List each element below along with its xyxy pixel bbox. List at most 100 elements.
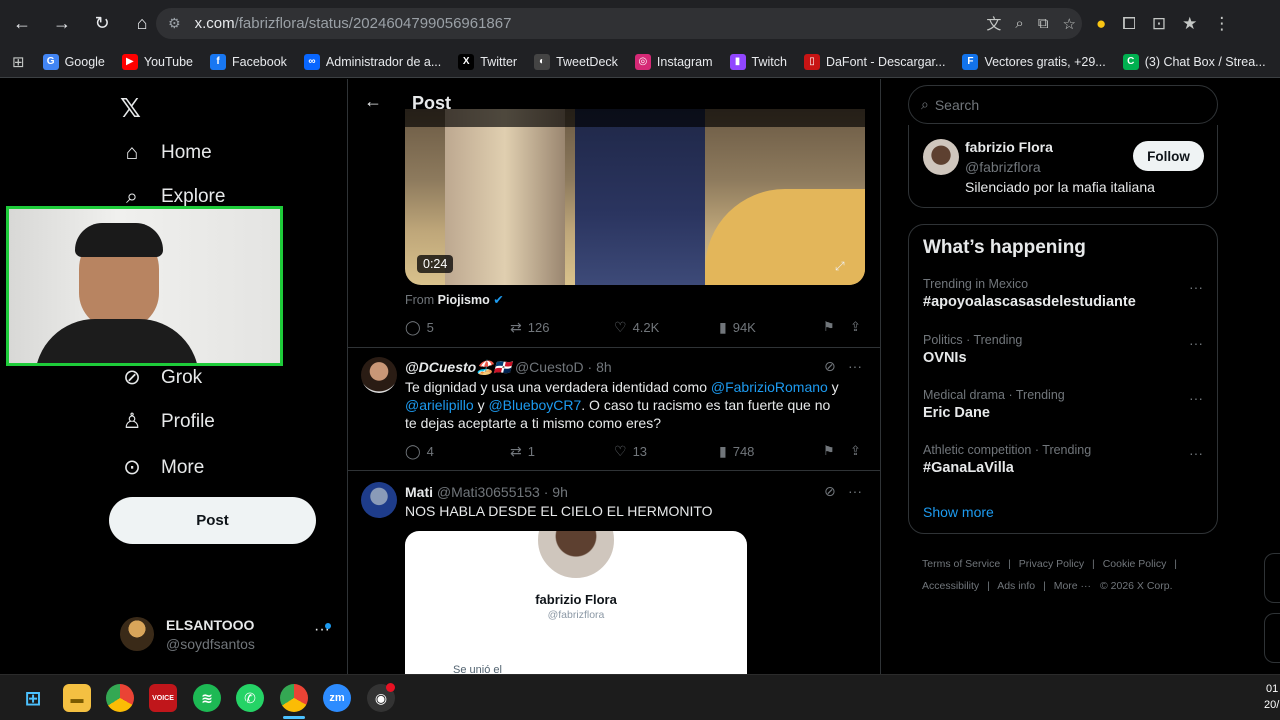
bookmark-icon[interactable]: ⚑ (823, 443, 835, 459)
install-icon[interactable]: ⧉ (1038, 15, 1049, 32)
bookmark-star-icon[interactable]: ☆ (1063, 15, 1076, 33)
trend-more-icon[interactable]: ··· (1189, 335, 1203, 351)
whatsapp-icon[interactable]: ✆ (236, 684, 264, 712)
mention-link[interactable]: @BlueboyCR7 (488, 397, 581, 413)
bookmark-item[interactable]: ▯ DaFont - Descargar... (803, 53, 945, 70)
show-more-link[interactable]: Show more (923, 504, 994, 520)
reply-icon: ◯ (405, 319, 421, 335)
bookmark-item[interactable]: f Facebook (210, 53, 287, 70)
profile-star-icon[interactable]: ★ (1182, 14, 1197, 34)
site-settings-icon[interactable]: ⚙ (168, 15, 181, 32)
reply1-reply-action[interactable]: ◯ 4 (405, 443, 434, 460)
translate-icon[interactable]: 文 (986, 13, 1001, 34)
nav-profile[interactable]: ♙ Profile (118, 409, 215, 434)
nav-more[interactable]: ⊙ More (118, 455, 204, 480)
profile-card-handle[interactable]: @fabrizflora (965, 159, 1041, 175)
footer-cookie[interactable]: Cookie Policy (1103, 558, 1167, 570)
chrome-profile-icon[interactable] (280, 684, 308, 712)
trend-item[interactable]: Trending in Mexico #apoyoalascasasdelestu… (923, 277, 1203, 310)
extensions-icon[interactable]: ⧠ (1122, 14, 1136, 34)
reload-icon[interactable]: ↻ (84, 5, 120, 41)
windows-start-icon[interactable]: ⊞ (19, 684, 47, 712)
reply1-more-icon[interactable]: ··· (848, 358, 862, 374)
bookmark-icon[interactable]: ⚑ (823, 319, 835, 335)
bookmark-item[interactable]: G Google (42, 53, 105, 70)
trend-item[interactable]: Politics · Trending OVNIs ··· (923, 333, 1203, 366)
bookmark-item[interactable]: C (3) Chat Box / Strea... (1122, 53, 1266, 70)
zoom-icon[interactable]: ⌕ (1015, 15, 1023, 32)
reply2-more-icon[interactable]: ··· (848, 483, 862, 499)
footer-ads[interactable]: Ads info (997, 580, 1035, 592)
forward-icon[interactable]: → (44, 5, 80, 41)
post-button[interactable]: Post (109, 497, 316, 544)
bookmark-item[interactable]: ◎ Instagram (634, 53, 713, 70)
voicemeeter-icon[interactable]: VOICE (149, 684, 177, 712)
reply1-avatar[interactable] (361, 357, 397, 393)
reply1-repost-action[interactable]: ⇄ 1 (510, 443, 535, 460)
spotify-icon[interactable]: ≋ (193, 684, 221, 712)
card-name: fabrizio Flora (535, 592, 617, 607)
file-explorer-icon[interactable]: ▬ (63, 684, 91, 712)
share-icon[interactable]: ⇪ (850, 319, 861, 335)
reply-action[interactable]: ◯ 5 (405, 319, 434, 336)
reply2-avatar[interactable] (361, 482, 397, 518)
trend-more-icon[interactable]: ··· (1189, 390, 1203, 406)
trend-item[interactable]: Medical drama · Trending Eric Dane ··· (923, 388, 1203, 421)
follow-button[interactable]: Follow (1133, 141, 1204, 171)
bookmark-item[interactable]: ▶ YouTube (121, 53, 193, 70)
menu-icon[interactable]: ⋮ (1213, 14, 1230, 34)
like-action[interactable]: ♡ 4.2K (614, 319, 659, 336)
nav-home[interactable]: ⌂ Home (118, 141, 212, 165)
reply1-views-action[interactable]: ▮ 748 (719, 443, 754, 460)
back-arrow-icon[interactable]: ← (364, 91, 382, 112)
video-expand-icon[interactable]: ⤢ (835, 259, 845, 274)
views-action[interactable]: ▮ 94K (719, 319, 756, 336)
bookmark-item[interactable]: ∞ Administrador de a... (303, 53, 441, 70)
chrome-icon[interactable] (106, 684, 134, 712)
reply2-name[interactable]: Mati (405, 484, 433, 500)
apps-grid-icon[interactable]: ⊞ (12, 53, 25, 71)
account-switcher[interactable]: ELSANTOOO @soydfsantos ··· (118, 615, 338, 659)
trend-more-icon[interactable]: ··· (1189, 279, 1203, 295)
nav-grok[interactable]: ⊘ Grok (118, 365, 202, 390)
messages-floating-button[interactable] (1264, 613, 1280, 663)
address-bar[interactable]: ⚙ x.com/fabrizflora/status/2024604799056… (156, 8, 1082, 39)
zoom-app-icon[interactable]: zm (323, 684, 351, 712)
trend-more-icon[interactable]: ··· (1189, 445, 1203, 461)
repost-action[interactable]: ⇄ 126 (510, 319, 549, 336)
profile-card-name[interactable]: fabrizio Flora (965, 139, 1053, 155)
reply2-time[interactable]: 9h (552, 484, 568, 500)
grok-explain-icon[interactable]: ⊘ (824, 483, 836, 500)
profile-card-avatar[interactable] (923, 139, 959, 175)
footer-more[interactable]: More ··· (1054, 580, 1091, 592)
reply1-like-action[interactable]: ♡ 13 (614, 443, 647, 460)
search-input[interactable]: ⌕ Search (908, 85, 1218, 124)
reply2-image[interactable]: fabrizio Flora @fabrizflora Se unió el (405, 531, 747, 674)
grok-floating-button[interactable] (1264, 553, 1280, 603)
grok-explain-icon[interactable]: ⊘ (824, 358, 836, 375)
mention-link[interactable]: @arielipillo (405, 397, 474, 413)
back-icon[interactable]: ← (4, 5, 40, 41)
from-name[interactable]: Piojismo (438, 293, 490, 307)
mention-link[interactable]: @FabrizioRomano (711, 379, 828, 395)
home-icon[interactable]: ⌂ (124, 5, 160, 41)
bookmark-item[interactable]: ◐ TweetDeck (534, 53, 618, 70)
bookmark-item[interactable]: X Twitter (458, 53, 517, 70)
footer-privacy[interactable]: Privacy Policy (1019, 558, 1084, 570)
trend-item[interactable]: Athletic competition · Trending #GanaLaVi… (923, 443, 1203, 476)
screenshot-icon[interactable]: ⊡ (1152, 14, 1166, 34)
bookmark-item[interactable]: F Vectores gratis, +29... (962, 53, 1106, 70)
video-player[interactable]: 0:24 ⤢ (405, 109, 865, 285)
x-logo-icon[interactable]: 𝕏 (120, 93, 141, 124)
footer-accessibility[interactable]: Accessibility (922, 580, 979, 592)
footer-terms[interactable]: Terms of Service (922, 558, 1000, 570)
reply1-name[interactable]: @DCuesto🏖️🇩🇴 (405, 359, 511, 375)
reply1-handle[interactable]: @CuestoD (515, 359, 584, 375)
bookmark-item[interactable]: ▮ Twitch (729, 53, 787, 70)
reply1-time[interactable]: 8h (596, 359, 612, 375)
share-icon[interactable]: ⇪ (850, 443, 861, 459)
clock-date[interactable]: 20/ (1264, 699, 1279, 711)
clock-time[interactable]: 01 (1266, 683, 1278, 695)
reply2-handle[interactable]: @Mati30655153 (437, 484, 540, 500)
extension-badge-icon[interactable]: ● (1096, 14, 1106, 34)
